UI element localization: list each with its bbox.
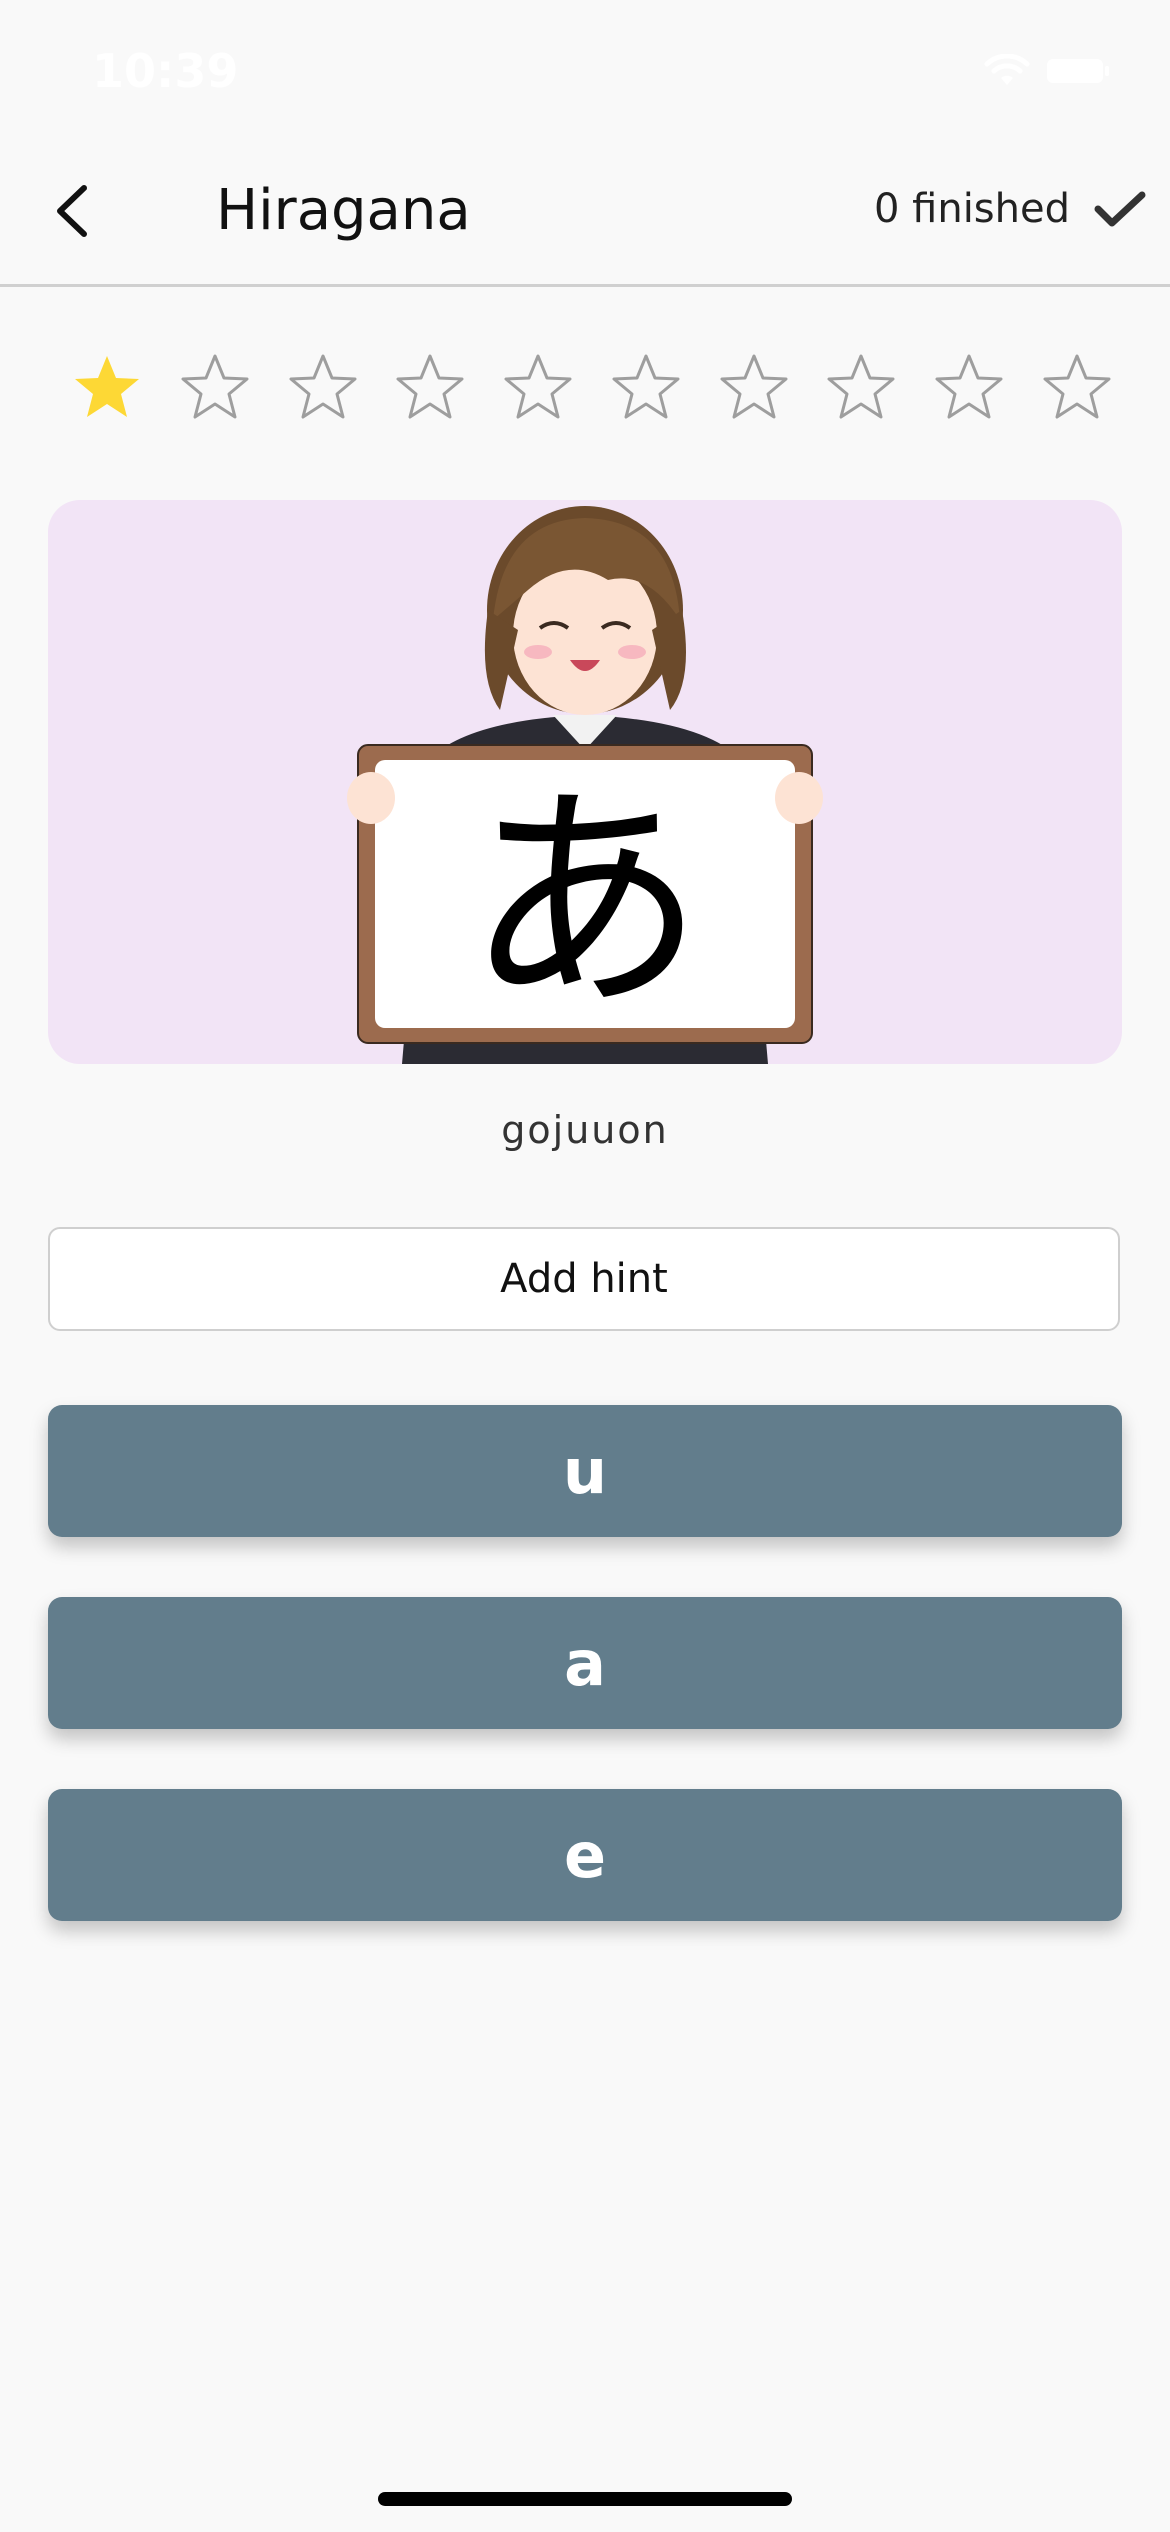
star-filled-icon [72,352,142,422]
star-rating [72,352,1112,422]
home-indicator [378,2492,792,2506]
card-character: あ [465,762,705,1042]
finished-label: 0 finished [873,186,1070,232]
star-empty-icon [719,352,789,422]
character-card: あ [48,500,1122,1064]
star-empty-icon [934,352,1004,422]
back-button[interactable] [40,176,110,246]
status-time: 10:39 [92,44,239,98]
battery-icon [1047,59,1109,83]
answer-button-1[interactable]: u [48,1405,1122,1537]
star-empty-icon [395,352,465,422]
page-title: Hiragana [216,178,471,243]
wifi-icon [984,54,1030,85]
star-empty-icon [1042,352,1112,422]
status-bar: 10:39 [0,0,1170,140]
answer-button-3[interactable]: e [48,1789,1122,1921]
star-empty-icon [503,352,573,422]
star-empty-icon [611,352,681,422]
finished-button[interactable]: 0 finished [874,186,1146,232]
status-icons [984,54,1110,88]
navigation-bar: Hiragana 0 finished [0,140,1170,287]
chevron-left-icon [57,185,87,237]
mascot-illustration: あ [347,506,823,1064]
category-label: gojuuon [501,1108,669,1152]
checkmark-icon [1094,191,1146,227]
star-empty-icon [826,352,896,422]
add-hint-button[interactable]: Add hint [48,1227,1120,1331]
star-empty-icon [288,352,358,422]
answer-button-2[interactable]: a [48,1597,1122,1729]
star-empty-icon [180,352,250,422]
